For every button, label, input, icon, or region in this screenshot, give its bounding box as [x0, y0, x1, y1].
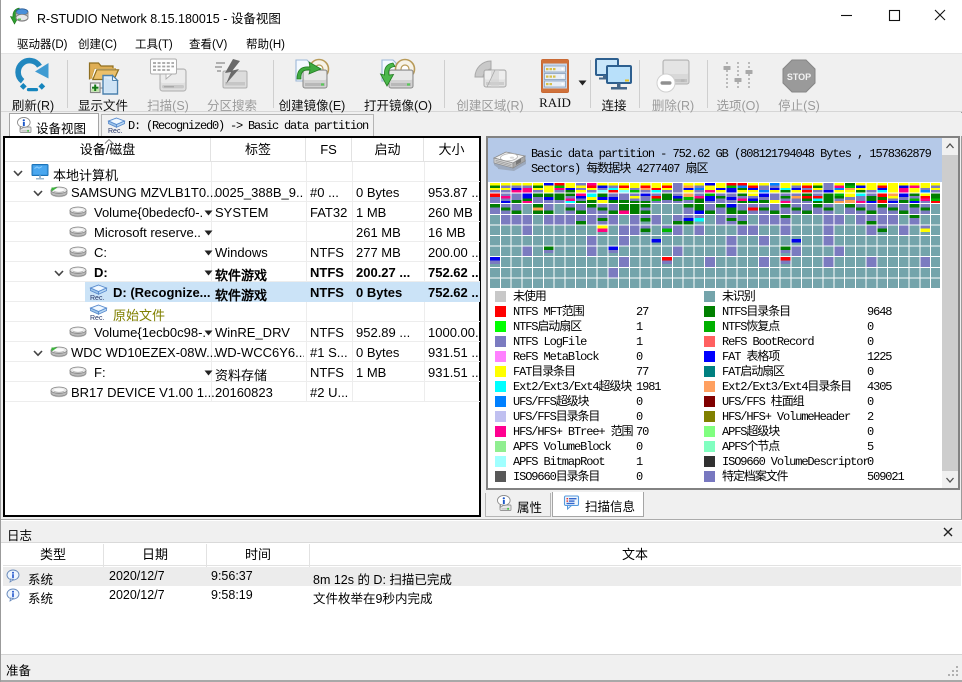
svg-text:STOP: STOP — [787, 72, 811, 82]
svg-text:Rec.: Rec. — [90, 315, 104, 321]
svg-text:Rec.: Rec. — [108, 128, 122, 134]
svg-text:Rec.: Rec. — [90, 295, 104, 301]
